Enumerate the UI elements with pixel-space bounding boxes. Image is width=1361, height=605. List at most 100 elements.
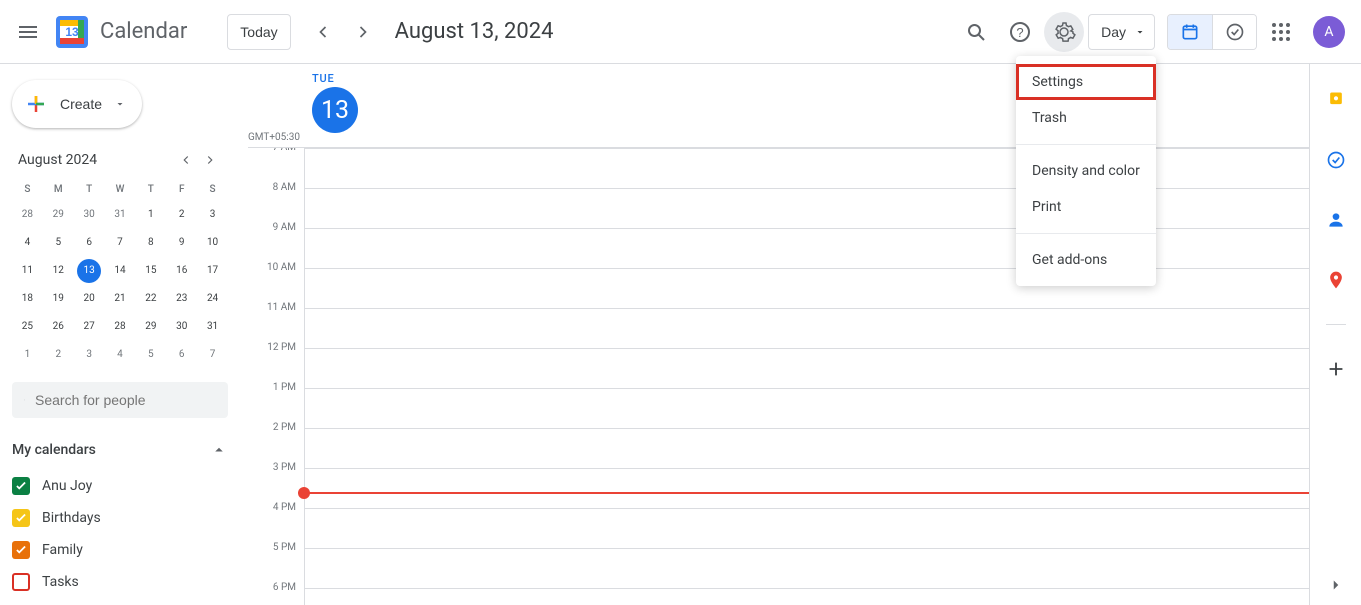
mini-day[interactable]: 13 — [77, 259, 101, 283]
mini-day[interactable]: 26 — [46, 315, 70, 339]
hour-row[interactable]: 2 PM — [248, 428, 1309, 468]
menu-item-settings[interactable]: Settings — [1016, 64, 1156, 100]
hide-panel-button[interactable] — [1316, 565, 1356, 605]
mini-day[interactable]: 3 — [77, 343, 101, 367]
hour-cell[interactable] — [304, 428, 1309, 468]
calendar-checkbox[interactable] — [12, 477, 30, 495]
mini-day[interactable]: 1 — [139, 203, 163, 227]
hour-row[interactable]: 3 PM — [248, 468, 1309, 508]
today-button[interactable]: Today — [227, 14, 290, 50]
main-menu-button[interactable] — [8, 12, 48, 52]
prev-period-button[interactable] — [303, 12, 343, 52]
hour-cell[interactable] — [304, 548, 1309, 588]
mini-day[interactable]: 22 — [139, 287, 163, 311]
hour-row[interactable]: 1 PM — [248, 388, 1309, 428]
mini-day[interactable]: 17 — [201, 259, 225, 283]
mini-day[interactable]: 31 — [201, 315, 225, 339]
hour-row[interactable]: 5 PM — [248, 548, 1309, 588]
mini-day[interactable]: 18 — [15, 287, 39, 311]
hour-cell[interactable] — [304, 308, 1309, 348]
mini-prev-button[interactable] — [174, 148, 198, 172]
mini-day[interactable]: 23 — [170, 287, 194, 311]
mini-day[interactable]: 6 — [77, 231, 101, 255]
tasks-button[interactable] — [1316, 140, 1356, 180]
account-avatar[interactable]: A — [1313, 16, 1345, 48]
hour-cell[interactable] — [304, 508, 1309, 548]
hour-row[interactable]: 6 PM — [248, 588, 1309, 605]
calendar-item[interactable]: Family — [12, 536, 228, 564]
my-calendars-toggle[interactable]: My calendars — [12, 432, 228, 468]
calendar-checkbox[interactable] — [12, 573, 30, 591]
maps-button[interactable] — [1316, 260, 1356, 300]
mini-day[interactable]: 9 — [170, 231, 194, 255]
hour-row[interactable]: 4 PM — [248, 508, 1309, 548]
mini-day[interactable]: 30 — [77, 203, 101, 227]
mini-day[interactable]: 29 — [139, 315, 163, 339]
keep-button[interactable] — [1316, 80, 1356, 120]
mini-day[interactable]: 7 — [201, 343, 225, 367]
mini-day[interactable]: 28 — [108, 315, 132, 339]
mini-day[interactable]: 11 — [15, 259, 39, 283]
mini-day[interactable]: 19 — [46, 287, 70, 311]
mini-day[interactable]: 10 — [201, 231, 225, 255]
mini-day[interactable]: 2 — [170, 203, 194, 227]
hour-cell[interactable] — [304, 228, 1309, 268]
mini-day[interactable]: 8 — [139, 231, 163, 255]
hour-cell[interactable] — [304, 348, 1309, 388]
contacts-button[interactable] — [1316, 200, 1356, 240]
view-switcher[interactable]: Day — [1088, 14, 1155, 50]
mini-day[interactable]: 30 — [170, 315, 194, 339]
calendar-item[interactable]: Birthdays — [12, 504, 228, 532]
mini-day[interactable]: 4 — [108, 343, 132, 367]
hour-cell[interactable] — [304, 188, 1309, 228]
mini-next-button[interactable] — [198, 148, 222, 172]
calendar-item[interactable]: Anu Joy — [12, 472, 228, 500]
mini-day[interactable]: 27 — [77, 315, 101, 339]
day-number[interactable]: 13 — [312, 87, 358, 133]
mini-day[interactable]: 24 — [201, 287, 225, 311]
mini-day[interactable]: 21 — [108, 287, 132, 311]
mini-day[interactable]: 7 — [108, 231, 132, 255]
mini-day[interactable]: 5 — [46, 231, 70, 255]
mini-day[interactable]: 5 — [139, 343, 163, 367]
menu-item-trash[interactable]: Trash — [1016, 100, 1156, 136]
mini-day[interactable]: 2 — [46, 343, 70, 367]
hour-row[interactable]: 11 AM — [248, 308, 1309, 348]
mini-day[interactable]: 20 — [77, 287, 101, 311]
mini-calendar[interactable]: SMTWTFS282930311234567891011121314151617… — [12, 180, 228, 368]
support-button[interactable]: ? — [1000, 12, 1040, 52]
get-addons-button[interactable] — [1316, 349, 1356, 389]
mini-day[interactable]: 14 — [108, 259, 132, 283]
mini-day[interactable]: 4 — [15, 231, 39, 255]
hour-row[interactable]: 12 PM — [248, 348, 1309, 388]
hour-cell[interactable] — [304, 388, 1309, 428]
mini-day[interactable]: 16 — [170, 259, 194, 283]
create-button[interactable]: Create — [12, 80, 142, 128]
hour-cell[interactable] — [304, 588, 1309, 605]
calendar-toggle[interactable] — [1168, 15, 1212, 49]
mini-day[interactable]: 29 — [46, 203, 70, 227]
menu-item-get-add-ons[interactable]: Get add-ons — [1016, 242, 1156, 278]
hour-cell[interactable] — [304, 148, 1309, 188]
tasks-toggle[interactable] — [1212, 15, 1256, 49]
mini-day[interactable]: 1 — [15, 343, 39, 367]
next-period-button[interactable] — [343, 12, 383, 52]
search-people[interactable] — [12, 382, 228, 418]
settings-button[interactable] — [1044, 12, 1084, 52]
search-button[interactable] — [956, 12, 996, 52]
mini-day[interactable]: 12 — [46, 259, 70, 283]
mini-day[interactable]: 6 — [170, 343, 194, 367]
mini-day[interactable]: 25 — [15, 315, 39, 339]
mini-day[interactable]: 3 — [201, 203, 225, 227]
menu-item-print[interactable]: Print — [1016, 189, 1156, 225]
mini-day[interactable]: 28 — [15, 203, 39, 227]
menu-item-density-and-color[interactable]: Density and color — [1016, 153, 1156, 189]
hour-cell[interactable] — [304, 468, 1309, 508]
calendar-checkbox[interactable] — [12, 541, 30, 559]
mini-day[interactable]: 31 — [108, 203, 132, 227]
calendar-checkbox[interactable] — [12, 509, 30, 527]
hour-cell[interactable] — [304, 268, 1309, 308]
calendar-item[interactable]: Tasks — [12, 568, 228, 596]
google-apps-button[interactable] — [1261, 12, 1301, 52]
mini-day[interactable]: 15 — [139, 259, 163, 283]
